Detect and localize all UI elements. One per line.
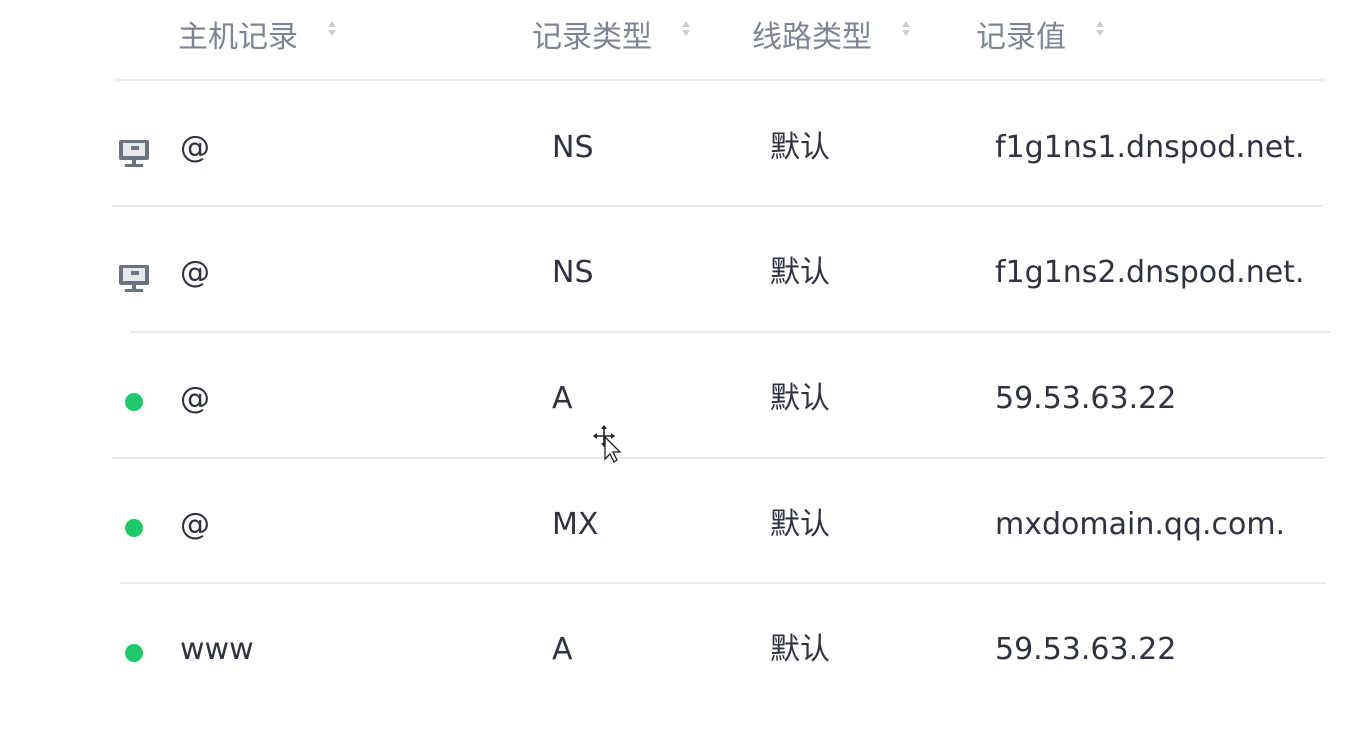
- sort-icon[interactable]: [1096, 20, 1104, 36]
- table-row[interactable]: @ NS 默认 f1g1ns2.dnspod.net.: [0, 209, 1356, 333]
- sort-icon[interactable]: [902, 20, 910, 36]
- line-cell: 默认: [770, 632, 830, 667]
- value-cell: f1g1ns1.dnspod.net.: [995, 130, 1305, 165]
- divider: [112, 457, 1326, 459]
- column-header-host[interactable]: 主机记录: [178, 12, 336, 56]
- status-cell: [117, 519, 143, 537]
- divider: [114, 79, 1326, 81]
- type-cell: A: [552, 632, 573, 667]
- dns-records-table: 主机记录 记录类型 线路类型 记录值 @ NS 默认 f1g1ns1.dnspo…: [0, 0, 1356, 730]
- column-header-label: 记录类型: [532, 20, 652, 55]
- column-header-line[interactable]: 线路类型: [752, 12, 910, 56]
- status-cell: [117, 393, 143, 411]
- sort-icon[interactable]: [328, 20, 336, 36]
- divider: [112, 205, 1322, 207]
- sort-icon[interactable]: [682, 20, 690, 36]
- enabled-dot-icon: [125, 393, 143, 411]
- table-row[interactable]: @ NS 默认 f1g1ns1.dnspod.net.: [0, 84, 1356, 208]
- table-row[interactable]: @ MX 默认 mxdomain.qq.com.: [0, 461, 1356, 585]
- status-cell: [117, 263, 151, 293]
- column-header-label: 主机记录: [178, 20, 298, 55]
- monitor-icon: [119, 265, 149, 292]
- line-cell: 默认: [770, 255, 830, 290]
- line-cell: 默认: [770, 507, 830, 542]
- status-cell: [117, 138, 151, 168]
- column-header-type[interactable]: 记录类型: [532, 12, 690, 56]
- host-cell: @: [180, 255, 210, 290]
- status-cell: [117, 644, 143, 662]
- divider: [120, 582, 1326, 584]
- line-cell: 默认: [770, 130, 830, 165]
- column-header-label: 记录值: [976, 20, 1066, 55]
- host-cell: @: [180, 130, 210, 165]
- type-cell: A: [552, 381, 573, 416]
- host-cell: @: [180, 381, 210, 416]
- host-cell: @: [180, 507, 210, 542]
- column-header-value[interactable]: 记录值: [976, 12, 1104, 56]
- column-header-label: 线路类型: [752, 20, 872, 55]
- value-cell: mxdomain.qq.com.: [995, 507, 1286, 542]
- host-cell: www: [180, 632, 254, 667]
- value-cell: f1g1ns2.dnspod.net.: [995, 255, 1305, 290]
- divider: [130, 331, 1330, 333]
- type-cell: NS: [552, 255, 594, 290]
- table-row[interactable]: @ A 默认 59.53.63.22: [0, 335, 1356, 459]
- monitor-icon: [119, 140, 149, 167]
- type-cell: NS: [552, 130, 594, 165]
- table-header: 主机记录 记录类型 线路类型 记录值: [0, 0, 1356, 80]
- type-cell: MX: [552, 507, 599, 542]
- value-cell: 59.53.63.22: [995, 381, 1177, 416]
- mouse-cursor-icon: [593, 425, 622, 463]
- table-row[interactable]: www A 默认 59.53.63.22: [0, 586, 1356, 710]
- line-cell: 默认: [770, 381, 830, 416]
- enabled-dot-icon: [125, 644, 143, 662]
- enabled-dot-icon: [125, 519, 143, 537]
- value-cell: 59.53.63.22: [995, 632, 1177, 667]
